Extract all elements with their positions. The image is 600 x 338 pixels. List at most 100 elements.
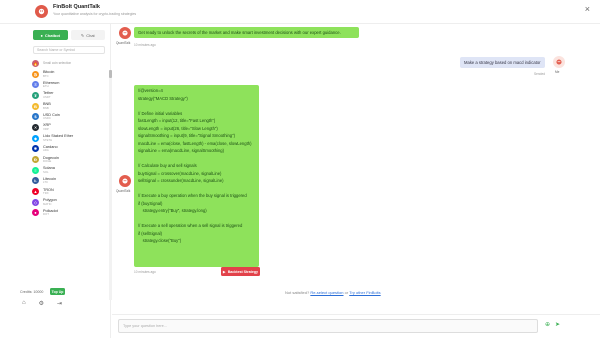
code-line: // Define initial variables: [138, 110, 183, 116]
chat-icon: ✎: [80, 32, 85, 38]
topup-button[interactable]: Top Up: [50, 288, 65, 295]
coin-symbol: ADA: [43, 148, 49, 153]
bot-avatar-icon: [119, 27, 131, 39]
try-other-finbolts-link[interactable]: Try other FinBolts: [349, 290, 380, 295]
coin-name: Small coin selection: [43, 61, 72, 66]
sidebar-footer-icons: ⌂ ⚙ ⇥: [22, 300, 62, 307]
coin-logo-icon: $: [32, 113, 39, 121]
coin-logo-icon: ₮: [32, 91, 39, 99]
backtest-label: Backtest Strategy: [227, 269, 259, 274]
coin-item[interactable]: ● Polkadot DOT: [32, 208, 108, 219]
code-line: //@version=4: [138, 88, 163, 93]
coin-text: Cardano ADA: [43, 145, 58, 153]
user-avatar-icon: [553, 56, 565, 68]
coin-symbol: BTC: [43, 73, 49, 78]
code-line: fastLength = input(12, title="Fast Lengt…: [138, 118, 216, 123]
input-actions: ⊕ ➤: [545, 321, 560, 328]
coin-logo-icon: Ð: [32, 156, 39, 164]
code-line: strategy.close("Buy"): [138, 238, 182, 243]
coin-item[interactable]: Ξ Ethereum ETH: [32, 79, 108, 90]
coin-text: Bitcoin BTC: [43, 70, 54, 78]
coin-item[interactable]: B BNB BNB: [32, 101, 108, 112]
coin-text: Solana SOL: [43, 166, 55, 174]
user-label: Me: [555, 70, 560, 74]
coin-logo-icon: ₿: [32, 70, 39, 78]
app-root: FinBolt QuantTalk Your quantitative anal…: [0, 0, 600, 338]
bot-label: QuantTalk: [116, 41, 131, 45]
coin-list: 🔥 Small coin selection ₿ Bitcoin BTC Ξ Ethereu…: [32, 58, 108, 286]
code-line: if (buySignal): [138, 200, 163, 206]
coin-logo-icon: ✺: [32, 145, 39, 153]
code-line: // Execute a sell operation when a sell …: [138, 223, 243, 228]
bot-label: QuantTalk: [116, 189, 131, 193]
coin-item[interactable]: ▲ TRON TRX: [32, 186, 108, 197]
user-message-status: Sended: [534, 72, 545, 76]
coin-symbol: SOL: [43, 169, 49, 174]
coin-logo-icon: ✕: [32, 123, 39, 131]
backtest-strategy-button[interactable]: ▶ Backtest Strategy: [221, 267, 260, 276]
coin-symbol: ETH: [43, 84, 49, 89]
coin-logo-icon: ≡: [32, 166, 39, 174]
code-line: sellSignal = crossunder(macdLine, signal…: [138, 178, 224, 183]
gear-icon[interactable]: ⚙: [39, 300, 44, 307]
coin-item[interactable]: ≡ Solana SOL: [32, 165, 108, 176]
or-text: or: [344, 290, 349, 295]
robot-icon: ●: [40, 32, 43, 38]
user-message: Make a strategy based on macd indicator: [460, 57, 545, 69]
welcome-timestamp: 10 minutes ago: [134, 43, 156, 47]
coin-logo-icon: ▲: [32, 188, 39, 196]
tab-chatbot[interactable]: ● Chatbot: [33, 30, 68, 40]
coin-item[interactable]: ₿ Bitcoin BTC: [32, 69, 108, 80]
question-input[interactable]: Type your question here...: [118, 319, 538, 333]
code-line: // Calculate buy and sell signals: [138, 163, 197, 168]
coin-item[interactable]: 🔥 Small coin selection: [32, 58, 108, 69]
coin-symbol: USDC: [43, 116, 51, 121]
coin-symbol: DOGE: [43, 159, 52, 164]
tab-chatbot-label: Chatbot: [44, 32, 61, 38]
coin-symbol: USDT: [43, 94, 51, 99]
coin-text: XRP XRP: [43, 123, 51, 131]
code-line: buySignal = crossover(macdLine, signalLi…: [138, 170, 222, 176]
coin-text: Litecoin LTC: [43, 177, 56, 185]
bot-avatar-icon: [119, 175, 131, 187]
coin-item[interactable]: ◇ Polygon MATIC: [32, 197, 108, 208]
finbolt-logo-icon: [35, 5, 48, 18]
code-timestamp: 10 minutes ago: [134, 270, 156, 274]
tab-chat[interactable]: ✎ Chat: [70, 30, 105, 40]
sidebar-tabs: ● Chatbot ✎ Chat: [33, 30, 105, 40]
welcome-message: Get ready to unlock the secrets of the m…: [134, 27, 359, 39]
not-satisfied-row: Not satisfied? Re-select question or Try…: [285, 290, 381, 295]
reselect-question-link[interactable]: Re-select question: [310, 290, 343, 295]
coin-symbol: MATIC: [43, 201, 52, 206]
home-icon[interactable]: ⌂: [22, 300, 26, 307]
logout-icon[interactable]: ⇥: [57, 300, 62, 307]
coin-item[interactable]: Ð Dogecoin DOGE: [32, 154, 108, 165]
coin-text: Tether USDT: [43, 91, 54, 99]
close-icon[interactable]: ×: [585, 5, 590, 14]
credits-label: Credits: 10000: [20, 290, 44, 294]
coin-item[interactable]: Ł Litecoin LTC: [32, 176, 108, 187]
coin-logo-icon: ◆: [32, 134, 39, 142]
chat-area: QuantTalk Get ready to unlock the secret…: [112, 24, 600, 314]
coin-logo-icon: 🔥: [32, 59, 39, 67]
code-line: strategy.entry("Buy", strategy.long): [138, 208, 207, 213]
coin-item[interactable]: ₮ Tether USDT: [32, 90, 108, 101]
input-bar: Type your question here... ⊕ ➤: [112, 314, 600, 338]
code-line: if (sellSignal): [138, 230, 162, 236]
coin-symbol: XRP: [43, 126, 49, 131]
coin-logo-icon: Ł: [32, 177, 39, 185]
coin-search-input[interactable]: Search Name or Symbol: [33, 46, 105, 54]
coin-item[interactable]: ◆ Lido Staked Ether STETH: [32, 133, 108, 144]
top-header: FinBolt QuantTalk Your quantitative anal…: [0, 0, 600, 24]
coin-item[interactable]: ✺ Cardano ADA: [32, 144, 108, 155]
coin-item[interactable]: ✕ XRP XRP: [32, 122, 108, 133]
app-title: FinBolt QuantTalk: [53, 4, 100, 10]
attach-icon[interactable]: ⊕: [545, 321, 550, 328]
coin-text: USD Coin USDC: [43, 113, 60, 121]
send-icon[interactable]: ➤: [555, 321, 560, 328]
app-subtitle: Your quantitative analysis for crypto-tr…: [53, 12, 137, 16]
coin-item[interactable]: $ USD Coin USDC: [32, 111, 108, 122]
coin-text: Polkadot DOT: [43, 209, 58, 217]
